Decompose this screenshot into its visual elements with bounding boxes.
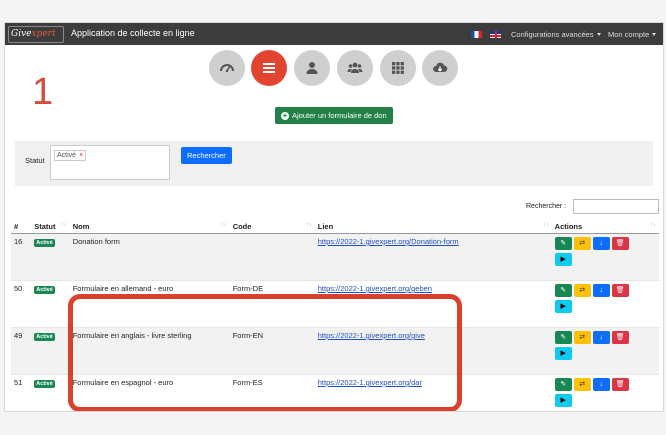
top-navbar: Givexpert Application de collecte en lig… — [5, 23, 663, 45]
plus-circle-icon: + — [281, 111, 289, 120]
remove-tag-icon[interactable]: × — [79, 152, 83, 159]
form-link[interactable]: https://2022-1.givexpert.org/Donation-fo… — [318, 237, 459, 246]
duplicate-button[interactable]: ⇄ — [573, 284, 591, 297]
edit-button[interactable]: ✎ — [554, 331, 572, 344]
status-badge: Activé — [34, 333, 55, 341]
column-actions[interactable]: Actions ↑↓ — [551, 219, 659, 234]
delete-button[interactable]: 🗑 — [611, 237, 629, 250]
row-name: Formulaire en anglais - livre sterling — [69, 327, 230, 375]
delete-button[interactable]: 🗑 — [611, 378, 629, 391]
sort-icon: ↑↓ — [60, 222, 67, 228]
status-badge: Activé — [34, 239, 55, 247]
delete-button[interactable]: 🗑 — [611, 331, 629, 344]
preview-button[interactable]: ▶ — [554, 300, 572, 313]
duplicate-button[interactable]: ⇄ — [573, 331, 591, 344]
sort-icon: ↑↓ — [650, 222, 656, 228]
nav-grid-button[interactable] — [380, 50, 416, 86]
chevron-down-icon — [596, 33, 601, 36]
app-window: Givexpert Application de collecte en lig… — [4, 22, 664, 412]
sort-icon: ↑↓ — [542, 222, 549, 228]
list-icon — [263, 63, 275, 73]
step-number: 1 — [32, 71, 54, 113]
download-button[interactable]: ↓ — [592, 331, 610, 344]
download-button[interactable]: ↓ — [592, 237, 610, 250]
delete-button[interactable]: 🗑 — [611, 284, 629, 297]
duplicate-button[interactable]: ⇄ — [573, 237, 591, 250]
nav-dashboard-button[interactable] — [209, 50, 245, 86]
row-name: Formulaire en espagnol - euro — [69, 374, 230, 411]
row-id: 51 — [11, 374, 32, 411]
form-link[interactable]: https://2022-1.givexpert.org/give — [318, 331, 425, 340]
row-code — [229, 233, 315, 281]
row-id: 49 — [11, 327, 32, 375]
french-flag-icon[interactable] — [471, 31, 482, 38]
preview-button[interactable]: ▶ — [554, 253, 572, 266]
duplicate-button[interactable]: ⇄ — [573, 378, 591, 391]
column-nom[interactable]: Nom ↑↓ — [69, 219, 230, 234]
chevron-down-icon — [652, 33, 657, 36]
row-name: Donation form — [69, 233, 230, 281]
download-button[interactable]: ↓ — [592, 378, 610, 391]
table-row: 50 Activé Formulaire en allemand - euro … — [11, 280, 659, 328]
row-code: Form-EN — [229, 327, 315, 375]
english-flag-icon[interactable] — [490, 31, 501, 38]
users-icon — [347, 62, 363, 73]
advanced-settings-menu[interactable]: Configurations avancées — [511, 30, 601, 39]
cloud-download-icon — [433, 62, 448, 72]
table-header-row: # Statut ↑↓ Nom ↑↓ Code ↑↓ Lien ↑↓ Actions ↑↓ — [11, 219, 659, 234]
statut-filter-input[interactable]: Activé × — [50, 145, 170, 180]
column-code[interactable]: Code ↑↓ — [229, 219, 315, 234]
status-badge: Activé — [34, 380, 55, 388]
form-link[interactable]: https://2022-1.givexpert.org/geben — [318, 284, 432, 293]
grid-icon — [392, 62, 404, 74]
forms-table: # Statut ↑↓ Nom ↑↓ Code ↑↓ Lien ↑↓ Actions ↑↓… — [11, 219, 659, 411]
column-statut[interactable]: Statut ↑↓ — [31, 219, 70, 234]
row-code: Form-ES — [229, 374, 315, 411]
row-code: Form-DE — [229, 280, 315, 328]
nav-forms-button[interactable] — [251, 50, 287, 86]
table-search-label: Rechercher : — [526, 203, 567, 210]
table-search-input[interactable] — [573, 199, 659, 214]
statut-filter-label: Statut — [25, 156, 45, 165]
search-button[interactable]: Rechercher — [181, 147, 232, 164]
edit-button[interactable]: ✎ — [554, 284, 572, 297]
edit-button[interactable]: ✎ — [554, 237, 572, 250]
form-link[interactable]: https://2022-1.givexpert.org/dar — [318, 378, 422, 387]
logo[interactable]: Givexpert — [8, 26, 64, 43]
table-row: 16 Activé Donation form https://2022-1.g… — [11, 233, 659, 281]
preview-button[interactable]: ▶ — [554, 394, 572, 407]
account-menu[interactable]: Mon compte — [608, 30, 657, 39]
user-icon — [306, 62, 318, 74]
nav-download-button[interactable] — [422, 50, 458, 86]
preview-button[interactable]: ▶ — [554, 347, 572, 360]
status-tag: Activé × — [54, 150, 87, 161]
column-lien[interactable]: Lien ↑↓ — [314, 219, 552, 234]
nav-users-button[interactable] — [337, 50, 373, 86]
app-title: Application de collecte en ligne — [71, 28, 195, 38]
row-id: 50 — [11, 280, 32, 328]
dashboard-icon — [220, 64, 234, 73]
table-row: 49 Activé Formulaire en anglais - livre … — [11, 327, 659, 375]
sort-icon: ↑↓ — [220, 222, 227, 228]
edit-button[interactable]: ✎ — [554, 378, 572, 391]
add-donation-form-button[interactable]: + Ajouter un formulaire de don — [275, 107, 393, 124]
row-id: 16 — [11, 233, 32, 281]
download-button[interactable]: ↓ — [592, 284, 610, 297]
column-id[interactable]: # — [11, 219, 32, 234]
nav-user-button[interactable] — [294, 50, 330, 86]
filter-panel: Statut Activé × Rechercher — [15, 141, 653, 186]
row-name: Formulaire en allemand - euro — [69, 280, 230, 328]
table-row: 51 Activé Formulaire en espagnol - euro … — [11, 374, 659, 411]
sort-icon: ↑↓ — [305, 222, 312, 228]
status-badge: Activé — [34, 286, 55, 294]
